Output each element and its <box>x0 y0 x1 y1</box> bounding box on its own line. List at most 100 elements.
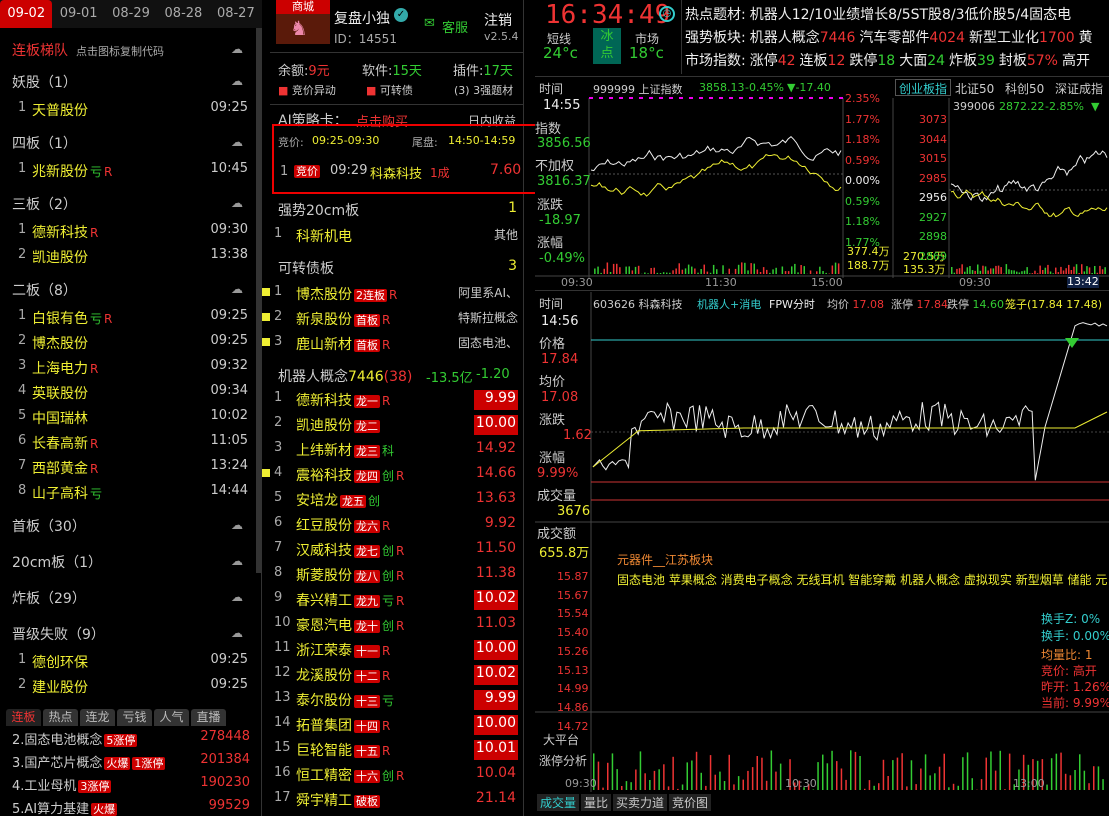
date-tab[interactable]: 08-28 <box>157 0 209 28</box>
stock-name[interactable]: 新泉股份 首板 R <box>296 309 390 329</box>
ticker-item[interactable]: 4024 <box>929 30 965 46</box>
stock-name[interactable]: 长春高新 R <box>32 433 98 453</box>
hot-concept-row[interactable]: 3.国产芯片概念 火爆 1涨停 201384 <box>0 752 256 772</box>
list-item[interactable]: 12 龙溪股份 十二 R 10.02 <box>270 665 524 689</box>
ladder-section[interactable]: 妖股（1） <box>12 72 77 92</box>
stock-name[interactable]: 鹿山新材 首板 R <box>296 334 390 354</box>
ticker-item[interactable]: 业绩增长8/5 <box>832 7 911 23</box>
tab-bz50[interactable]: 北证50 <box>955 80 994 97</box>
wechat-icon[interactable]: ✉ <box>424 16 435 31</box>
ticker-item[interactable]: 新型工业化 <box>969 30 1039 46</box>
date-tab[interactable]: 08-27 <box>210 0 262 28</box>
list-item[interactable]: 3 鹿山新材 首板 R 固态电池、 <box>262 334 524 358</box>
list-item[interactable]: 5 中国瑞林 10:02 <box>0 408 256 430</box>
list-item[interactable]: 11 浙江荣泰 十一 R 10.00 <box>270 640 524 664</box>
shop-logo[interactable]: 商城 ♞ <box>276 0 330 44</box>
stock-name[interactable]: 凯迪股份 <box>32 247 88 267</box>
stock-name[interactable]: 德新科技 R <box>32 222 98 242</box>
list-item[interactable]: 7 西部黄金 R 13:24 <box>0 458 256 480</box>
date-tab[interactable]: 08-29 <box>105 0 157 28</box>
ladder-section[interactable]: 20cm板（1） <box>12 552 102 572</box>
left-tab[interactable]: 热点 <box>43 709 78 726</box>
stock-tab[interactable]: 成交量 <box>537 794 580 811</box>
list-item[interactable]: 17 舜宇精工 破板 21.14 <box>270 790 524 814</box>
ticker-item[interactable]: 57% <box>1027 53 1058 69</box>
ticker-item[interactable]: 42 <box>778 53 796 69</box>
stock-name[interactable]: 恒工精密 十六创 R <box>296 765 404 785</box>
left-tab[interactable]: 人气 <box>154 709 189 726</box>
stock-name[interactable]: 科新机电 <box>296 226 352 246</box>
list-item[interactable]: 1 德创环保 09:25 <box>0 652 256 674</box>
stock-name[interactable]: 泰尔股份 十三亏 <box>296 690 394 710</box>
tab-cyb[interactable]: 创业板指 <box>895 79 951 96</box>
ticker-item[interactable]: 跌停 <box>849 53 877 69</box>
list-item[interactable]: 6 红豆股份 龙六 R 9.92 <box>270 515 524 539</box>
list-item[interactable]: 8 山子高科亏 14:44 <box>0 483 256 505</box>
date-tab[interactable]: 09-02 <box>0 0 53 28</box>
filter-strong[interactable]: (3) 3强题材 <box>454 82 513 98</box>
date-tab[interactable]: 09-01 <box>52 0 104 28</box>
list-item[interactable]: 15 巨轮智能 十五 R 10.01 <box>270 740 524 764</box>
list-item[interactable]: 1 天普股份 09:25 <box>0 100 256 122</box>
list-item[interactable]: 13 泰尔股份 十三亏 9.99 <box>270 690 524 714</box>
list-item[interactable]: 1 白银有色亏 R 09:25 <box>0 308 256 330</box>
left-scrollbar[interactable] <box>256 28 262 573</box>
list-item[interactable]: 4 震裕科技 龙四创 R 14.66 <box>262 465 524 489</box>
ticker-item[interactable]: 连板 <box>800 53 828 69</box>
stock-name[interactable]: 震裕科技 龙四创 R <box>296 465 404 485</box>
stock-name[interactable]: 浙江荣泰 十一 R <box>296 640 390 660</box>
stock-name[interactable]: 春兴精工 龙九亏 R <box>296 590 404 610</box>
stock-name[interactable]: 博杰股份 <box>32 333 88 353</box>
filter-cb[interactable]: ■ 可转债 <box>366 82 413 98</box>
ladder-section[interactable]: 四板（1） <box>12 133 77 153</box>
stock-name[interactable]: 山子高科亏 <box>32 483 102 503</box>
ticker-item[interactable]: 涨停 <box>750 53 778 69</box>
list-item[interactable]: 2 建业股份 09:25 <box>0 677 256 699</box>
ticker-item[interactable]: 黄 <box>1079 30 1093 46</box>
stock-name[interactable]: 英联股份 <box>32 383 88 403</box>
list-item[interactable]: 2 新泉股份 首板 R 特斯拉概念 <box>262 309 524 333</box>
stock-name[interactable]: 白银有色亏 R <box>32 308 112 328</box>
ticker-item[interactable]: 汽车零部件 <box>859 30 929 46</box>
stock-name[interactable]: 巨轮智能 十五 R <box>296 740 390 760</box>
list-item[interactable]: 7 汉威科技 龙七创 R 11.50 <box>270 540 524 564</box>
list-item[interactable]: 2 博杰股份 09:25 <box>0 333 256 355</box>
stock-name[interactable]: 德创环保 <box>32 652 88 672</box>
stock-name[interactable]: 德新科技 龙一 R <box>296 390 390 410</box>
hot-concept-row[interactable]: 2.固态电池概念 5涨停 278448 <box>0 729 256 749</box>
ticker-item[interactable]: 7446 <box>820 30 856 46</box>
list-item[interactable]: 1 博杰股份 2连板 R 阿里系AI、 <box>262 284 524 308</box>
list-item[interactable]: 9 春兴精工 龙九亏 R 10.02 <box>270 590 524 614</box>
stock-name[interactable]: 西部黄金 R <box>32 458 98 478</box>
stock-name[interactable]: 博杰股份 2连板 R <box>296 284 397 304</box>
ticker-item[interactable]: 39 <box>977 53 995 69</box>
ticker-item[interactable]: 低价股5/4 <box>965 7 1030 23</box>
ticker-item[interactable]: 18 <box>877 53 895 69</box>
ticker-item[interactable]: 机器人12/10 <box>750 7 832 23</box>
cloud-download-icon[interactable]: ☁ <box>231 626 247 640</box>
stock-name[interactable]: 龙溪股份 十二 R <box>296 665 390 685</box>
ticker-item[interactable]: ST股8/3 <box>911 7 965 23</box>
list-item[interactable]: 3 上纬新材 龙三科 14.92 <box>270 440 524 464</box>
list-item[interactable]: 8 斯菱股份 龙八创 R 11.38 <box>270 565 524 589</box>
cloud-download-icon[interactable]: ☁ <box>231 590 247 604</box>
stock-name[interactable]: 汉威科技 龙七创 R <box>296 540 404 560</box>
left-tab[interactable]: 连龙 <box>80 709 115 726</box>
ticker-item[interactable]: 12 <box>828 53 846 69</box>
list-item[interactable]: 4 英联股份 09:34 <box>0 383 256 405</box>
list-item[interactable]: 5 安培龙 龙五创 13.63 <box>270 490 524 514</box>
list-item[interactable]: 2 凯迪股份 13:38 <box>0 247 256 269</box>
stock-name[interactable]: 斯菱股份 龙八创 R <box>296 565 404 585</box>
list-item[interactable]: 2 凯迪股份 龙二 10.00 <box>270 415 524 439</box>
stock-tab[interactable]: 买卖力道 <box>613 794 668 811</box>
ladder-section[interactable]: 首板（30） <box>12 516 86 536</box>
stock-name[interactable]: 红豆股份 龙六 R <box>296 515 390 535</box>
ticker-item[interactable]: 炸板 <box>949 53 977 69</box>
filter-bid[interactable]: ■ 竞价异动 <box>278 82 336 98</box>
stock-name[interactable]: 中国瑞林 <box>32 408 88 428</box>
cloud-download-icon[interactable]: ☁ <box>231 282 247 296</box>
ticker-item[interactable]: 高开 <box>1062 53 1090 69</box>
hot-concept-row[interactable]: 4.工业母机 3涨停 190230 <box>0 775 256 795</box>
list-item[interactable]: 1 德新科技 龙一 R 9.99 <box>270 390 524 414</box>
logout-button[interactable]: 注销 <box>484 10 512 30</box>
